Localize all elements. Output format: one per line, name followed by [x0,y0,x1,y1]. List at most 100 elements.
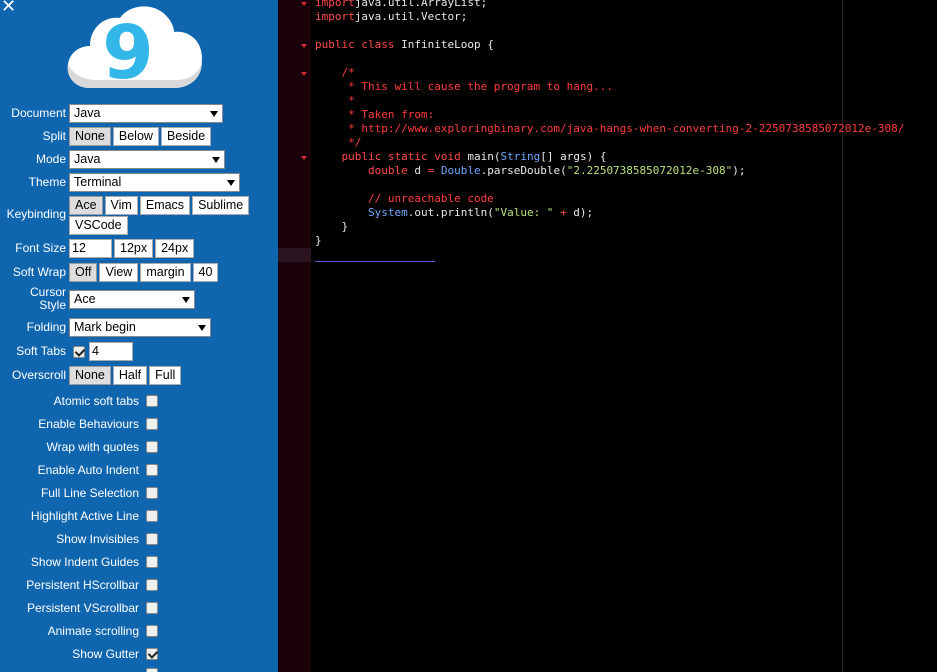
code-line: * [315,94,355,108]
mode-row: Mode Java [0,150,225,169]
theme-select[interactable]: Terminal [69,173,240,192]
overscroll-row: Overscroll None Half Full [0,366,183,385]
document-label: Document [11,106,66,120]
code-token: .parseDouble( [480,164,567,177]
split-none-button[interactable]: None [69,127,111,146]
code-token: * [315,94,355,107]
code-token: } [315,220,349,233]
keybinding-emacs-button[interactable]: Emacs [139,196,191,215]
chevron-down-icon [198,325,206,331]
code-token: * This will cause the program to hang... [315,80,614,93]
soft-wrap-40-button[interactable]: 40 [192,263,219,282]
soft-wrap-view-button[interactable]: View [99,263,139,282]
soft-tabs-checkbox[interactable] [73,345,85,358]
option-atomic-soft-tabs: Atomic soft tabs [0,394,158,408]
code-token: /* [315,66,355,79]
code-line: // unreachable code [315,192,494,206]
atomic-soft-tabs-checkbox[interactable] [146,395,158,407]
option-show-invisibles: Show Invisibles [0,532,158,546]
close-icon[interactable]: ✕ [1,0,16,15]
option-label: Show Invisibles [56,532,139,546]
code-token: "2.2250738585072012e-308" [566,164,733,177]
theme-select-value: Terminal [74,175,122,189]
code-line: public static void main(String[] args) { [315,150,607,164]
option-show-gutter: Show Gutter [0,647,158,661]
next-option-checkbox[interactable] [146,668,158,672]
theme-label: Theme [28,175,66,189]
folding-select[interactable]: Mark begin [69,318,211,337]
code-line: importjava.util.ArrayList; [315,0,487,10]
code-line: */ [315,136,361,150]
text-cursor [315,261,435,262]
fold-arrow-icon[interactable] [301,44,307,48]
keybinding-vim-button[interactable]: Vim [104,196,138,215]
code-token: ); [732,164,746,177]
cursor-style-select[interactable]: Ace [69,289,195,309]
full-line-selection-checkbox[interactable] [146,487,158,499]
highlight-active-line-checkbox[interactable] [146,510,158,522]
fold-arrow-icon[interactable] [301,2,307,6]
soft-tabs-size-input[interactable]: 4 [89,342,133,361]
option-label: Persistent VScrollbar [26,601,139,615]
document-row: Document Java [0,104,223,123]
code-token: import [315,0,355,9]
editor-gutter[interactable] [278,0,311,672]
mode-select[interactable]: Java [69,150,225,169]
keybinding-label: Keybinding [6,207,66,221]
option-label: Full Line Selection [40,486,139,500]
code-token: java.util.Vector; [354,10,468,23]
code-token: import [315,10,355,23]
overscroll-full-button[interactable]: Full [149,366,182,385]
persistent-hscrollbar-checkbox[interactable] [146,579,158,591]
animate-scrolling-checkbox[interactable] [146,625,158,637]
svg-text:9: 9 [102,10,154,90]
theme-row: Theme Terminal [0,173,240,192]
code-token: "Value: " [493,206,554,219]
document-select[interactable]: Java [69,104,223,123]
option-label: Persistent HScrollbar [26,578,139,592]
code-line: double d = Double.parseDouble("2.2250738… [315,164,746,178]
split-row: Split None Below Beside [0,127,213,146]
overscroll-half-button[interactable]: Half [112,366,148,385]
code-line: importjava.util.Vector; [315,10,467,24]
fold-arrow-icon[interactable] [301,72,307,76]
code-line: public class InfiniteLoop { [315,38,494,52]
font-size-input[interactable]: 12 [69,239,112,258]
code-token: java.util.ArrayList; [354,0,488,9]
wrap-with-quotes-checkbox[interactable] [146,441,158,453]
code-line: * Taken from: [315,108,434,122]
code-line: * This will cause the program to hang... [315,80,613,94]
enable-auto-indent-checkbox[interactable] [146,464,158,476]
show-indent-guides-checkbox[interactable] [146,556,158,568]
split-below-button[interactable]: Below [112,127,159,146]
enable-behaviours-checkbox[interactable] [146,418,158,430]
show-invisibles-checkbox[interactable] [146,533,158,545]
fold-arrow-icon[interactable] [301,156,307,160]
font-size-label: Font Size [15,241,66,255]
code-token: String [500,150,541,163]
option-label: Show Gutter [72,647,139,661]
persistent-vscrollbar-checkbox[interactable] [146,602,158,614]
font-size-12px-button[interactable]: 12px [114,239,154,258]
mode-select-value: Java [74,152,101,166]
keybinding-vscode-button[interactable]: VSCode [69,216,128,235]
keybinding-sublime-button[interactable]: Sublime [192,196,250,215]
keybinding-ace-button[interactable]: Ace [69,196,103,215]
code-editor[interactable]: importjava.util.ArrayList; importjava.uti… [311,0,937,672]
soft-wrap-margin-button[interactable]: margin [140,263,191,282]
soft-wrap-label: Soft Wrap [12,265,66,279]
option-enable-behaviours: Enable Behaviours [0,417,158,431]
code-token: + [560,206,567,219]
overscroll-label: Overscroll [11,368,66,382]
code-token: d); [566,206,594,219]
overscroll-none-button[interactable]: None [69,366,111,385]
font-size-24px-button[interactable]: 24px [155,239,195,258]
font-size-row: Font Size 12 12px 24px [0,239,196,258]
cloud-logo-icon: 9 [67,6,202,90]
soft-wrap-off-button[interactable]: Off [69,263,98,282]
code-token: public class [315,38,395,51]
option-persistent-hscrollbar: Persistent HScrollbar [0,578,158,592]
split-beside-button[interactable]: Beside [160,127,212,146]
show-gutter-checkbox[interactable] [146,648,158,660]
